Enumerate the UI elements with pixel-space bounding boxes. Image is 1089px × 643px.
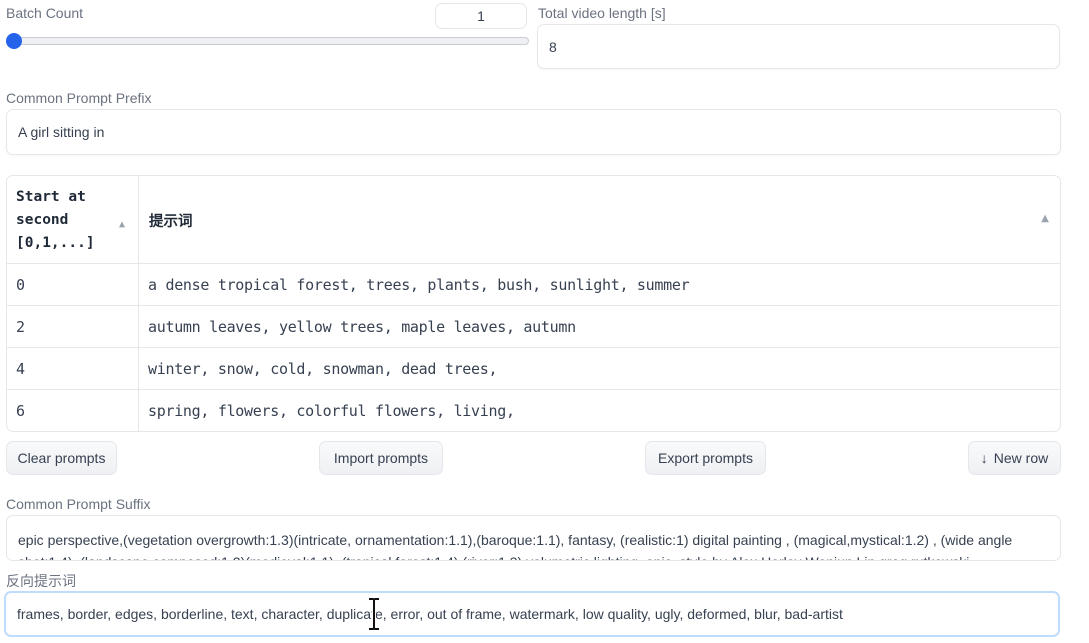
export-prompts-button[interactable]: Export prompts [645,441,766,475]
suffix-textarea[interactable]: epic perspective,(vegetation overgrowth:… [6,515,1061,561]
batch-count-slider-track[interactable] [9,37,529,45]
cell-prompt[interactable]: spring, flowers, colorful flowers, livin… [139,390,1060,431]
header-start-line-1: Start at [16,189,86,205]
cell-start[interactable]: 4 [7,348,139,389]
video-length-label: Total video length [s] [538,5,666,21]
cell-start[interactable]: 2 [7,306,139,347]
table-header: Start at second [0,1,...] ▲ 提示词 ▲ [7,176,1060,264]
batch-count-slider-thumb[interactable] [6,33,22,49]
prompt-table: Start at second [0,1,...] ▲ 提示词 ▲ 0 a de… [6,175,1061,432]
suffix-label: Common Prompt Suffix [6,496,151,512]
negative-prompt-input[interactable]: frames, border, edges, borderline, text,… [4,591,1060,637]
header-prompt[interactable]: 提示词 ▲ [139,176,1060,264]
cell-prompt[interactable]: winter, snow, cold, snowman, dead trees, [139,348,1060,389]
clear-prompts-button[interactable]: Clear prompts [6,441,117,475]
prefix-input[interactable]: A girl sitting in [6,109,1061,155]
batch-count-input[interactable]: 1 [435,3,527,29]
table-row[interactable]: 2 autumn leaves, yellow trees, maple lea… [7,306,1060,348]
header-start-second[interactable]: Start at second [0,1,...] ▲ [7,176,139,264]
video-length-input[interactable]: 8 [537,24,1060,69]
cell-prompt[interactable]: autumn leaves, yellow trees, maple leave… [139,306,1060,347]
sort-up-icon[interactable]: ▲ [1041,213,1049,224]
import-prompts-button[interactable]: Import prompts [319,441,443,475]
header-prompt-label: 提示词 [149,213,193,230]
cell-prompt[interactable]: a dense tropical forest, trees, plants, … [139,264,1060,305]
sort-up-icon[interactable]: ▲ [119,213,125,236]
table-row[interactable]: 6 spring, flowers, colorful flowers, liv… [7,390,1060,431]
table-row[interactable]: 4 winter, snow, cold, snowman, dead tree… [7,348,1060,390]
table-row[interactable]: 0 a dense tropical forest, trees, plants… [7,264,1060,306]
text-cursor-icon [369,597,379,631]
batch-count-label: Batch Count [6,5,84,21]
new-row-label: New row [993,450,1049,466]
new-row-button[interactable]: ↓ New row [968,441,1061,475]
negative-prompt-label: 反向提示词 [6,574,76,590]
arrow-down-icon: ↓ [980,450,988,466]
prefix-label: Common Prompt Prefix [6,90,152,106]
cell-start[interactable]: 6 [7,390,139,431]
cell-start[interactable]: 0 [7,264,139,305]
